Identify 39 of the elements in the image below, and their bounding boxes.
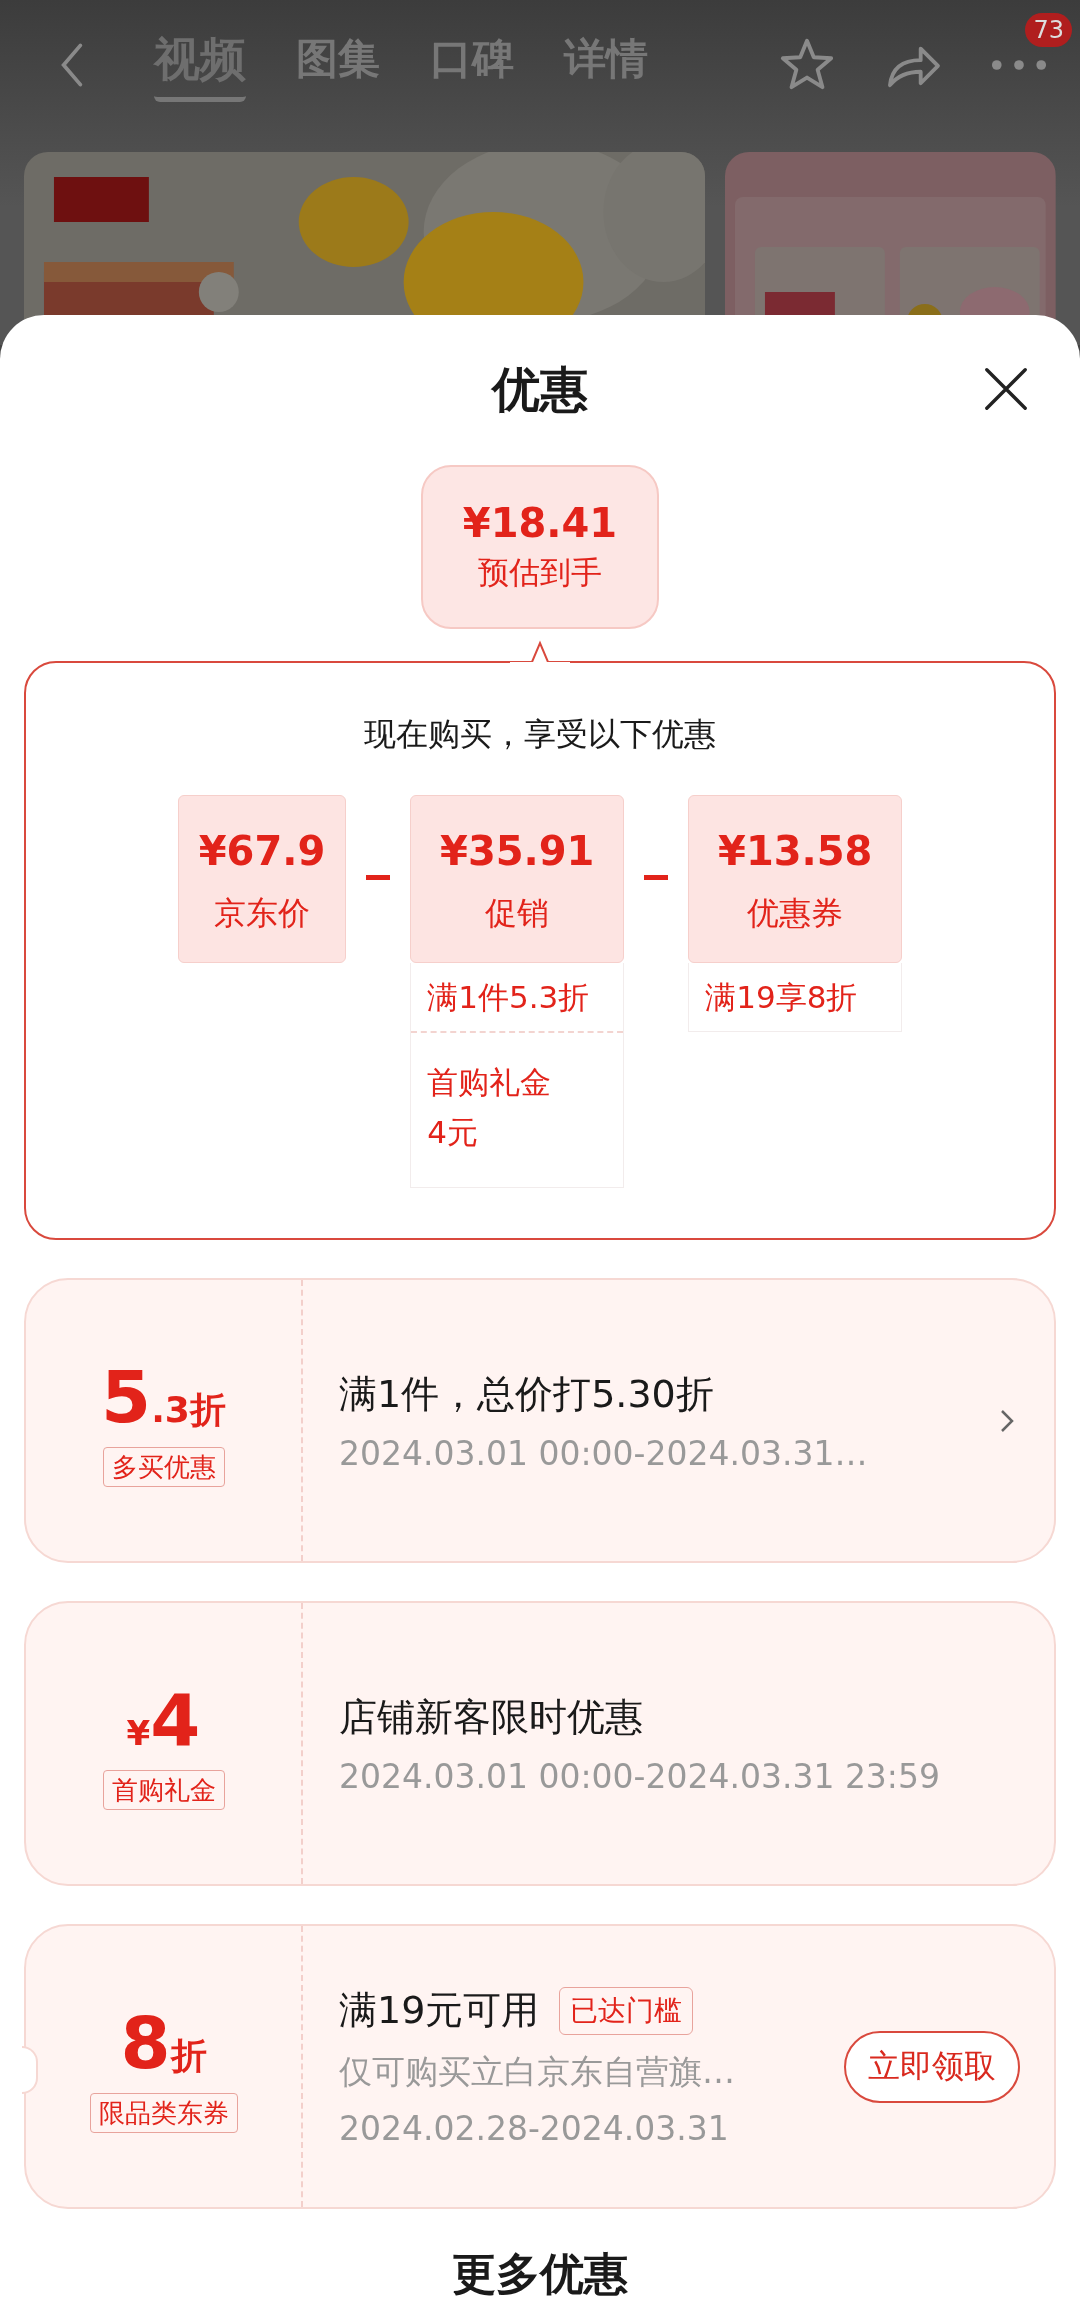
breakdown-heading: 现在购买，享受以下优惠 [364, 714, 716, 755]
status-tag: 已达门槛 [559, 1986, 694, 2035]
notification-badge: 73 [1025, 13, 1072, 47]
price-value: ¥13.58 [718, 828, 873, 874]
offer-detail: 2024.03.01 00:00-2024.03.31 23:59 [339, 1756, 941, 1796]
price-label: 促销 [485, 894, 550, 932]
offer-card[interactable]: 5.3折 多买优惠 满1件，总价打5.30折 2024.03.01 00:00-2024.03.31… [24, 1278, 1056, 1563]
close-icon[interactable] [982, 365, 1030, 413]
offer-tag: 首购礼金 [102, 1769, 225, 1810]
estimate-price: ¥18.41 [462, 500, 618, 546]
offer-card[interactable]: ¥4 首购礼金 店铺新客限时优惠 2024.03.01 00:00-2024.03.31 23:59 [24, 1601, 1056, 1886]
offer-title: 满1件，总价打5.30折 [339, 1370, 714, 1418]
offer-title: 店铺新客限时优惠 [339, 1693, 643, 1741]
minus-icon [366, 875, 391, 880]
offer-detail: 2024.03.01 00:00-2024.03.31… [339, 1433, 869, 1473]
offer-card[interactable]: 8折 限品类东券 满19元可用 已达门槛 仅可购买立白京东自营旗… 2024.02.28-2024.03.31 立即领取 [24, 1924, 1056, 2209]
detail-text: 满1件5.3折 [426, 978, 591, 1017]
detail-text: 满19享8折 [704, 978, 859, 1017]
claim-button[interactable]: 立即领取 [844, 2030, 1020, 2103]
estimate-label: 预估到手 [478, 553, 602, 592]
price-value: ¥35.91 [440, 828, 595, 874]
offer-amount: ¥4 [126, 1677, 201, 1762]
offer-title: 满19元可用 [339, 1987, 540, 2034]
price-label: 优惠券 [747, 894, 844, 932]
sheet-title: 优惠 [492, 360, 588, 419]
more-icon[interactable] [990, 58, 1048, 72]
offer-amount: 8折 [120, 2000, 207, 2085]
detail-text: 首购礼金 4元 [411, 1031, 624, 1187]
minus-icon [644, 875, 669, 880]
offer-tag: 多买优惠 [102, 1446, 225, 1487]
chevron-right-icon[interactable] [1000, 1408, 1014, 1433]
section-title: 更多优惠 [452, 2249, 628, 2299]
offer-tag: 限品类东券 [89, 2092, 238, 2133]
price-value: ¥67.9 [198, 828, 326, 874]
ticket-notch [22, 2046, 38, 2094]
offer-amount: 5.3折 [101, 1354, 226, 1439]
price-label: 京东价 [214, 894, 310, 932]
offer-detail: 2024.02.28-2024.03.31 [339, 2109, 730, 2148]
offer-detail: 仅可购买立白京东自营旗… [339, 2051, 736, 2093]
